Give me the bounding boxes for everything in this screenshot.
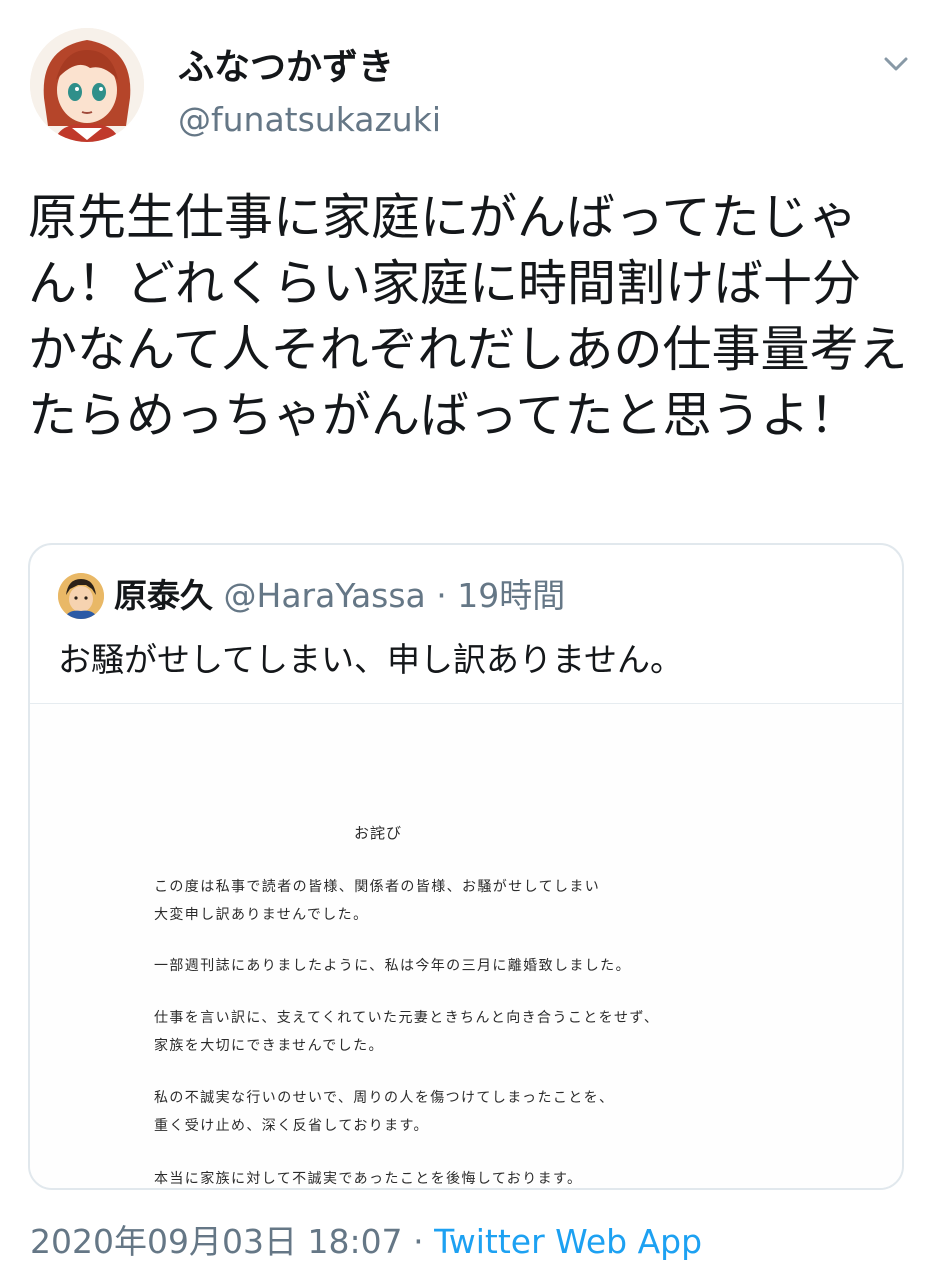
quoted-author-handle[interactable]: @HaraYassa — [224, 576, 426, 615]
quoted-timestamp[interactable]: 19時間 — [457, 576, 565, 615]
tweet-footer: 2020年09月03日 18:07 · Twitter Web App — [30, 1220, 702, 1264]
tweet-timestamp[interactable]: 2020年09月03日 18:07 — [30, 1222, 403, 1261]
doc-line: 家族を大切にできませんでした。 — [154, 1038, 384, 1054]
doc-line: 本当に家族に対して不誠実であったことを後悔しております。 — [154, 1171, 583, 1187]
doc-line: 重く受け止め、深く反省しております。 — [154, 1118, 429, 1134]
doc-line: 私の不誠実な行いのせいで、周りの人を傷つけてしまったことを、 — [154, 1090, 615, 1106]
doc-line: 一部週刊誌にありましたように、私は今年の三月に離婚致しました。 — [154, 958, 631, 974]
quoted-avatar-illustration — [58, 573, 104, 619]
doc-line: 大変申し訳ありませんでした。 — [154, 907, 369, 923]
tweet-source-link[interactable]: Twitter Web App — [434, 1222, 702, 1261]
avatar-illustration — [30, 28, 144, 142]
footer-separator: · — [413, 1222, 424, 1261]
author-handle[interactable]: @funatsukazuki — [178, 100, 441, 139]
quoted-tweet[interactable]: 原泰久 @HaraYassa · 19時間 お騒がせしてしまい、申し訳ありません… — [28, 543, 904, 1190]
doc-line: この度は私事で読者の皆様、関係者の皆様、お騒がせしてしまい — [154, 879, 601, 895]
quoted-attached-image[interactable]: お詫び この度は私事で読者の皆様、関係者の皆様、お騒がせしてしまい 大変申し訳あ… — [30, 704, 902, 1188]
quoted-author-avatar[interactable] — [58, 573, 104, 619]
chevron-down-icon[interactable] — [876, 44, 916, 84]
doc-line: 仕事を言い訳に、支えてくれていた元妻ときちんと向き合うことをせず、 — [154, 1010, 660, 1026]
quoted-separator: · — [436, 576, 447, 615]
quoted-tweet-text: お騒がせしてしまい、申し訳ありません。 — [58, 640, 684, 679]
quoted-author-name[interactable]: 原泰久 — [114, 576, 213, 615]
doc-title: お詫び — [354, 824, 403, 842]
tweet-text: 原先生仕事に家庭にがんばってたじゃん！どれくらい家庭に時間割けば十分かなんて人そ… — [28, 189, 908, 444]
quoted-header: 原泰久 @HaraYassa · 19時間 — [114, 573, 565, 619]
author-display-name[interactable]: ふなつかずき — [178, 38, 394, 90]
author-avatar[interactable] — [30, 28, 144, 142]
